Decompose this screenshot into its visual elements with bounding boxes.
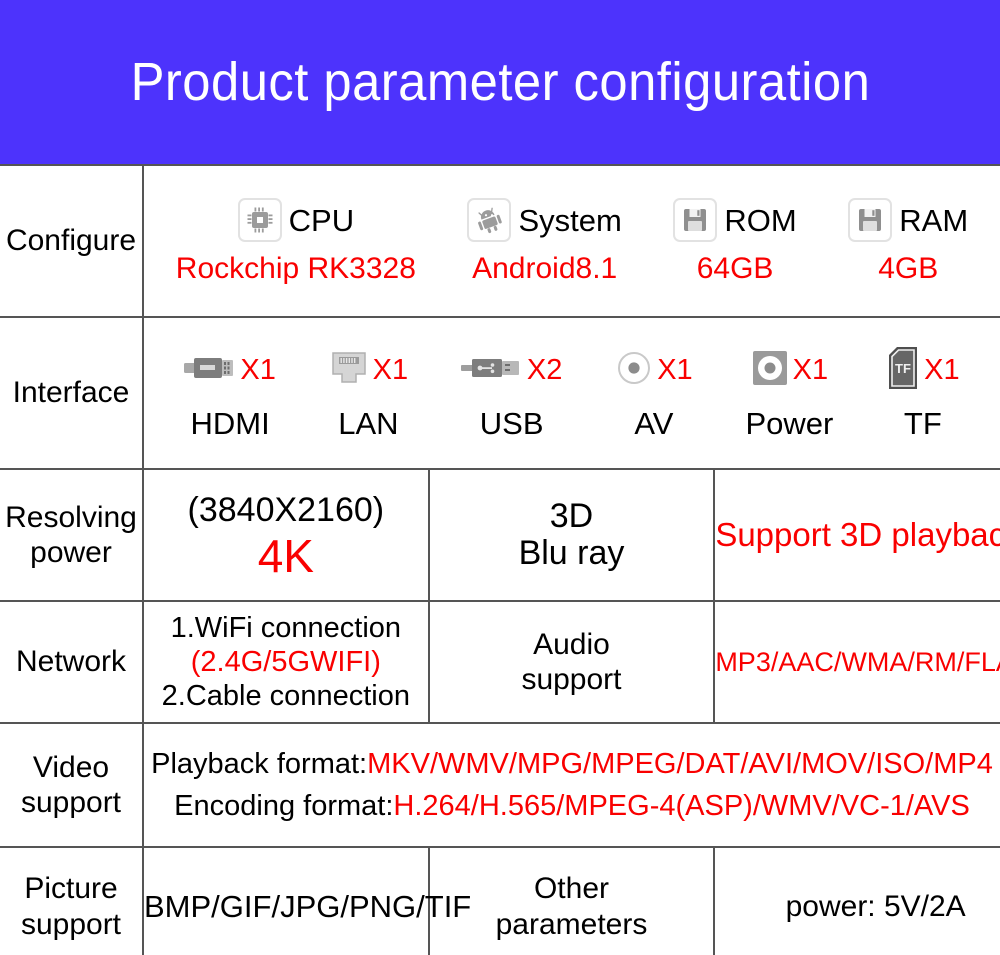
floppy-disk-icon (848, 198, 893, 242)
network-line-3: 2.Cable connection (161, 680, 410, 713)
audio-support-label-cell: Audio support (427, 600, 716, 724)
configure-cell: CPU Rockchip RK3328 System Android8.1 RO… (142, 164, 1000, 318)
config-item-rom: ROM 64GB (673, 198, 797, 285)
interface-qty-lan: X1 (372, 354, 409, 386)
table-row-configure: Configure CPU Rockchip RK3328 System And… (0, 164, 1000, 318)
config-item-ram: RAM 4GB (848, 198, 968, 284)
audio-label-line2: support (521, 663, 622, 696)
lan-rj45-port-icon (329, 350, 369, 391)
config-label-rom: ROM (724, 202, 797, 238)
video-playback-line: Playback format:MKV/WMV/MPG/MPEG/DAT/AVI… (144, 743, 1000, 785)
row-label-network: Network (0, 600, 144, 724)
config-value-ram: 4GB (878, 252, 939, 285)
row-label-video-support: Video support (0, 722, 144, 848)
three-d-cell: 3D Blu ray (427, 468, 716, 602)
interface-qty-power: X1 (792, 354, 829, 386)
usb-connector-icon (460, 355, 523, 386)
row-label-resolving-power: Resolving power (0, 468, 144, 602)
config-value-rom: 64GB (696, 252, 774, 285)
other-parameters-label-cell: Other parameters (427, 846, 716, 955)
audio-formats-value: MP3/AAC/WMA/RM/FLAC..... (715, 646, 1000, 677)
picture-label-line1: Picture (24, 872, 118, 906)
three-d-line2: Blu ray (518, 534, 625, 572)
video-label-line2: support (20, 786, 122, 819)
row-label-picture-support: Picture support (0, 846, 144, 955)
audio-label-line1: Audio (533, 627, 610, 661)
interface-qty-av: X1 (657, 354, 693, 386)
resolving-label-line2: power (30, 536, 112, 569)
table-row-picture-support: Picture support BMP/GIF/JPG/PNG/TIF Othe… (0, 846, 1000, 955)
config-value-system: Android8.1 (472, 252, 618, 285)
interface-qty-tf: X1 (924, 354, 960, 386)
video-playback-formats: MKV/WMV/MPG/MPEG/DAT/AVI/MOV/ISO/MP4 (367, 747, 993, 780)
other-parameters-value-cell: power: 5V/2A (713, 846, 1000, 955)
table-row-interface: Interface X1 HDMI X1 LAN X2 USB X1 AV X1… (0, 316, 1000, 470)
product-spec-sheet: Product parameter configuration Configur… (0, 0, 1000, 955)
tf-card-icon: TF (886, 346, 920, 395)
three-d-playback-cell: Support 3D playback (713, 468, 1000, 602)
interface-label-hdmi: HDMI (190, 405, 270, 441)
resolution-value: (3840X2160) (187, 490, 385, 529)
video-playback-prefix: Playback format: (151, 747, 368, 780)
interface-item-hdmi: X1 HDMI (184, 348, 276, 441)
row-label-interface: Interface (0, 316, 144, 470)
picture-formats-cell: BMP/GIF/JPG/PNG/TIF (142, 846, 471, 955)
av-jack-icon (615, 349, 653, 392)
interface-item-lan: X1 LAN (329, 348, 408, 439)
video-formats-cell: Playback format:MKV/WMV/MPG/MPEG/DAT/AVI… (142, 722, 1000, 848)
specification-table: Configure CPU Rockchip RK3328 System And… (0, 164, 1000, 955)
interface-label-av: AV (634, 405, 674, 441)
interface-label-usb: USB (479, 405, 544, 441)
config-item-system: System Android8.1 (467, 198, 622, 285)
table-row-video-support: Video support Playback format:MKV/WMV/MP… (0, 722, 1000, 848)
picture-label-line2: support (20, 907, 122, 941)
interface-cell: X1 HDMI X1 LAN X2 USB X1 AV X1 Power TF … (142, 316, 1000, 470)
interface-item-usb: X2 USB (460, 348, 563, 441)
resolving-label-line1: Resolving (5, 500, 137, 534)
network-line-2: (2.4G/5GWIFI) (190, 645, 381, 678)
config-label-cpu: CPU (288, 202, 355, 238)
resolution-cell: (3840X2160) 4K (142, 468, 430, 602)
config-label-ram: RAM (899, 202, 969, 238)
page-header-banner: Product parameter configuration (0, 0, 1000, 164)
other-label-line2: parameters (495, 907, 648, 941)
hdmi-connector-icon (184, 355, 236, 386)
power-rating-value: power: 5V/2A (785, 889, 966, 923)
table-row-resolving-power: Resolving power (3840X2160) 4K 3D Blu ra… (0, 468, 1000, 602)
other-label-line1: Other (533, 872, 609, 906)
config-item-cpu: CPU Rockchip RK3328 (176, 198, 416, 284)
resolution-shorthand: 4K (257, 529, 314, 582)
video-encoding-prefix: Encoding format: (174, 790, 394, 822)
row-label-configure: Configure (0, 164, 144, 318)
network-line-1: 1.WiFi connection (170, 611, 402, 644)
interface-label-tf: TF (903, 405, 942, 441)
picture-formats-value: BMP/GIF/JPG/PNG/TIF (144, 888, 472, 924)
cpu-chip-icon (237, 198, 282, 242)
config-value-cpu: Rockchip RK3328 (175, 252, 416, 285)
three-d-line1: 3D (549, 496, 594, 535)
interface-label-power: Power (745, 405, 834, 441)
video-encoding-formats: H.264/H.565/MPEG-4(ASP)/WMV/VC-1/AVS (393, 790, 970, 822)
network-connection-cell: 1.WiFi connection (2.4G/5GWIFI) 2.Cable … (142, 600, 430, 724)
power-jack-icon (751, 349, 789, 392)
video-encoding-line: Encoding format:H.264/H.565/MPEG-4(ASP)/… (144, 785, 1000, 827)
video-label-line1: Video (32, 750, 110, 784)
android-robot-icon (467, 198, 512, 242)
svg-text:TF: TF (895, 361, 911, 376)
three-d-playback-note: Support 3D playback (715, 516, 1000, 553)
config-label-system: System (518, 202, 622, 238)
interface-label-lan: LAN (338, 405, 399, 441)
interface-qty-hdmi: X1 (240, 354, 276, 386)
interface-item-av: X1 AV (615, 348, 693, 441)
table-row-network: Network 1.WiFi connection (2.4G/5GWIFI) … (0, 600, 1000, 724)
interface-qty-usb: X2 (526, 354, 563, 386)
audio-formats-cell: MP3/AAC/WMA/RM/FLAC..... (713, 600, 1000, 724)
interface-item-power: X1 Power (745, 348, 833, 439)
page-title: Product parameter configuration (130, 52, 870, 112)
interface-item-tf: TF X1 TF (886, 346, 960, 441)
floppy-disk-icon (673, 198, 718, 242)
